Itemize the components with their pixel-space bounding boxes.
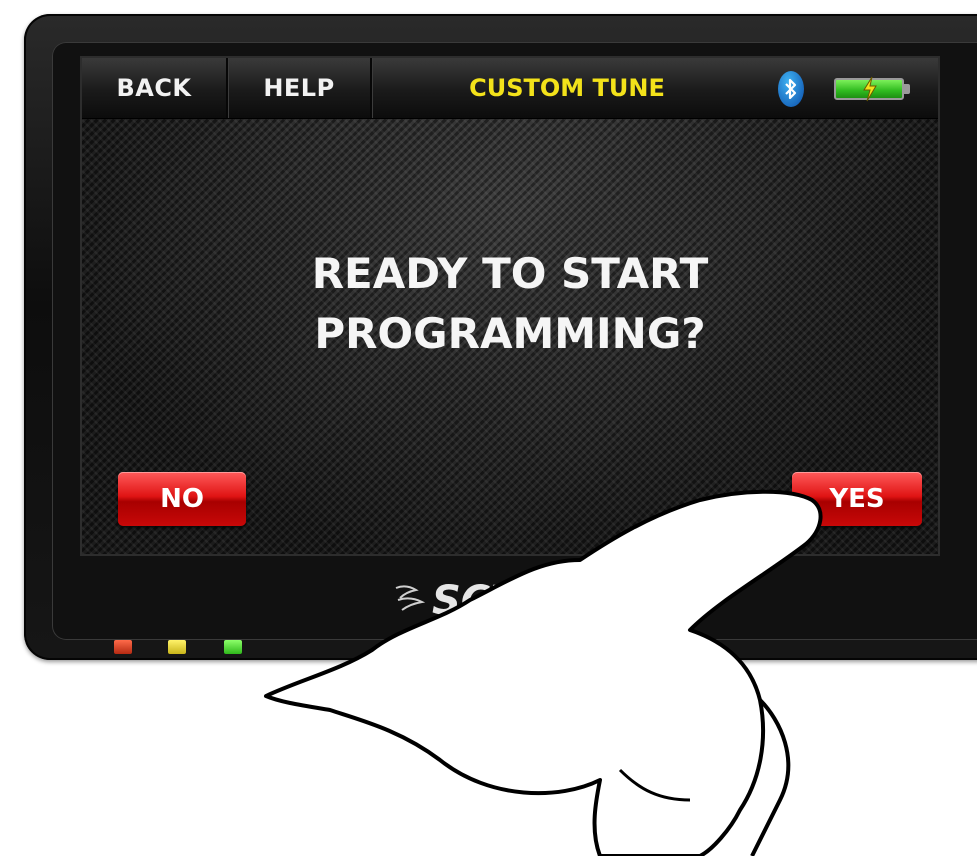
svg-text:SCT: SCT [432,578,520,624]
status-led-yellow [168,640,186,654]
screen-title: CUSTOM TUNE [469,74,665,102]
touch-screen: BACK HELP CUSTOM TUNE READY TO START PRO… [80,56,940,556]
status-led-red [114,640,132,654]
confirmation-prompt: READY TO START PROGRAMMING? [82,244,938,364]
charging-bolt-icon [863,76,877,102]
battery-terminal [904,84,910,94]
top-bar: BACK HELP CUSTOM TUNE [82,58,938,119]
bluetooth-icon [778,71,804,107]
no-button[interactable]: NO [118,472,246,526]
prompt-line-2: PROGRAMMING? [314,309,706,358]
help-button[interactable]: HELP [228,58,372,118]
prompt-line-1: READY TO START [311,249,709,298]
back-button[interactable]: BACK [82,58,228,118]
sct-logo: SCT [395,578,520,624]
status-led-green [224,640,242,654]
yes-button[interactable]: YES [792,472,922,526]
